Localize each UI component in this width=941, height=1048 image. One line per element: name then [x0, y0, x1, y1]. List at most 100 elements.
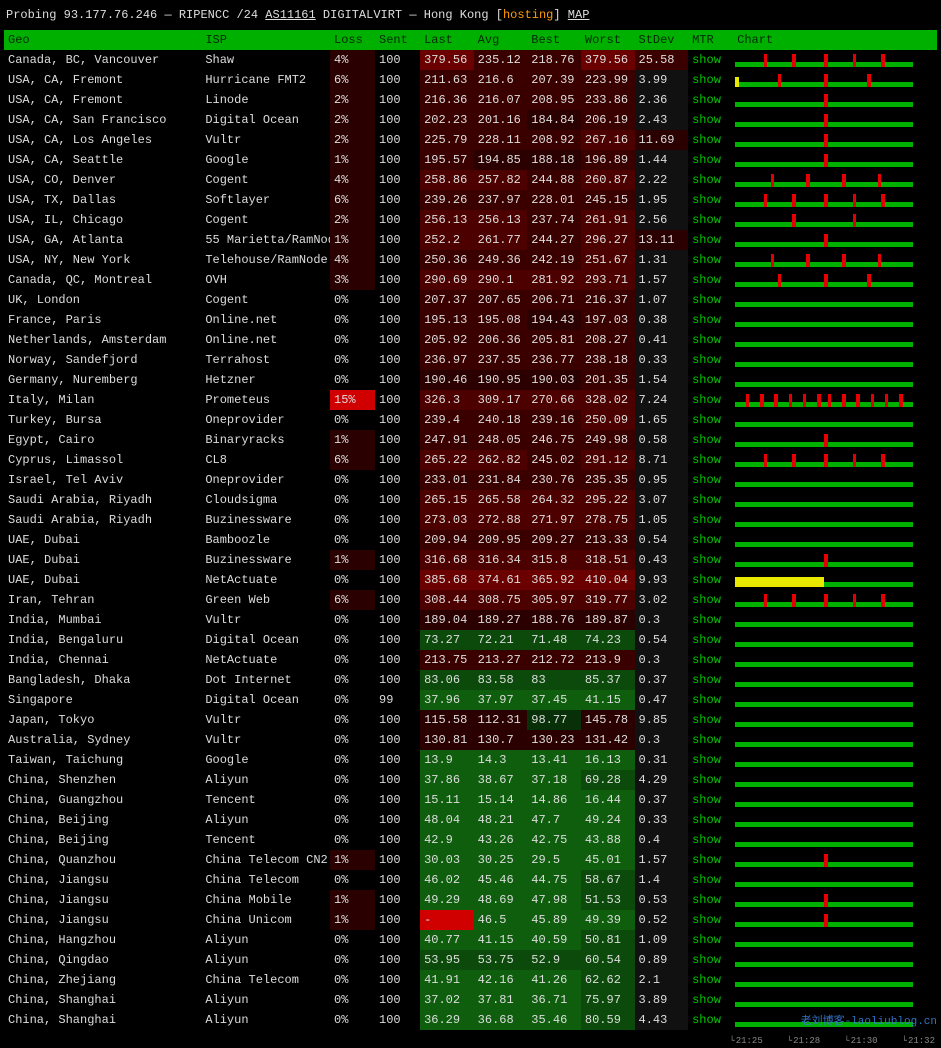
chart-sparkline[interactable]: [733, 550, 937, 570]
chart-sparkline[interactable]: [733, 470, 937, 490]
chart-sparkline[interactable]: [733, 530, 937, 550]
col-avg[interactable]: Avg: [474, 30, 528, 50]
mtr-show-link[interactable]: show: [688, 670, 733, 690]
chart-sparkline[interactable]: [733, 330, 937, 350]
mtr-show-link[interactable]: show: [688, 90, 733, 110]
col-loss[interactable]: Loss: [330, 30, 375, 50]
chart-sparkline[interactable]: [733, 390, 937, 410]
chart-sparkline[interactable]: [733, 970, 937, 990]
mtr-show-link[interactable]: show: [688, 950, 733, 970]
mtr-show-link[interactable]: show: [688, 890, 733, 910]
chart-sparkline[interactable]: [733, 930, 937, 950]
mtr-show-link[interactable]: show: [688, 990, 733, 1010]
mtr-show-link[interactable]: show: [688, 70, 733, 90]
mtr-show-link[interactable]: show: [688, 170, 733, 190]
col-worst[interactable]: Worst: [581, 30, 635, 50]
chart-sparkline[interactable]: [733, 110, 937, 130]
chart-sparkline[interactable]: [733, 230, 937, 250]
mtr-show-link[interactable]: show: [688, 750, 733, 770]
chart-sparkline[interactable]: [733, 490, 937, 510]
col-best[interactable]: Best: [527, 30, 581, 50]
mtr-show-link[interactable]: show: [688, 770, 733, 790]
mtr-show-link[interactable]: show: [688, 870, 733, 890]
mtr-show-link[interactable]: show: [688, 50, 733, 70]
mtr-show-link[interactable]: show: [688, 510, 733, 530]
mtr-show-link[interactable]: show: [688, 850, 733, 870]
mtr-show-link[interactable]: show: [688, 270, 733, 290]
chart-sparkline[interactable]: [733, 890, 937, 910]
mtr-show-link[interactable]: show: [688, 230, 733, 250]
mtr-show-link[interactable]: show: [688, 590, 733, 610]
mtr-show-link[interactable]: show: [688, 1010, 733, 1030]
mtr-show-link[interactable]: show: [688, 410, 733, 430]
chart-sparkline[interactable]: [733, 570, 937, 590]
mtr-show-link[interactable]: show: [688, 910, 733, 930]
chart-sparkline[interactable]: [733, 170, 937, 190]
mtr-show-link[interactable]: show: [688, 730, 733, 750]
col-isp[interactable]: ISP: [201, 30, 330, 50]
chart-sparkline[interactable]: [733, 730, 937, 750]
mtr-show-link[interactable]: show: [688, 110, 733, 130]
mtr-show-link[interactable]: show: [688, 390, 733, 410]
chart-sparkline[interactable]: [733, 610, 937, 630]
mtr-show-link[interactable]: show: [688, 210, 733, 230]
chart-sparkline[interactable]: [733, 310, 937, 330]
mtr-show-link[interactable]: show: [688, 530, 733, 550]
chart-sparkline[interactable]: [733, 770, 937, 790]
mtr-show-link[interactable]: show: [688, 350, 733, 370]
chart-sparkline[interactable]: [733, 130, 937, 150]
mtr-show-link[interactable]: show: [688, 290, 733, 310]
chart-sparkline[interactable]: [733, 650, 937, 670]
col-mtr[interactable]: MTR: [688, 30, 733, 50]
mtr-show-link[interactable]: show: [688, 610, 733, 630]
mtr-show-link[interactable]: show: [688, 430, 733, 450]
col-stdev[interactable]: StDev: [635, 30, 689, 50]
chart-sparkline[interactable]: [733, 630, 937, 650]
chart-sparkline[interactable]: [733, 1010, 937, 1030]
mtr-show-link[interactable]: show: [688, 630, 733, 650]
chart-sparkline[interactable]: [733, 750, 937, 770]
chart-sparkline[interactable]: [733, 270, 937, 290]
chart-sparkline[interactable]: [733, 990, 937, 1010]
mtr-show-link[interactable]: show: [688, 490, 733, 510]
asn-link[interactable]: AS11161: [265, 8, 315, 22]
chart-sparkline[interactable]: [733, 950, 937, 970]
mtr-show-link[interactable]: show: [688, 970, 733, 990]
mtr-show-link[interactable]: show: [688, 930, 733, 950]
mtr-show-link[interactable]: show: [688, 710, 733, 730]
chart-sparkline[interactable]: [733, 450, 937, 470]
chart-sparkline[interactable]: [733, 430, 937, 450]
col-last[interactable]: Last: [420, 30, 474, 50]
mtr-show-link[interactable]: show: [688, 370, 733, 390]
col-chart[interactable]: Chart: [733, 30, 937, 50]
chart-sparkline[interactable]: [733, 790, 937, 810]
chart-sparkline[interactable]: [733, 510, 937, 530]
mtr-show-link[interactable]: show: [688, 310, 733, 330]
mtr-show-link[interactable]: show: [688, 570, 733, 590]
mtr-show-link[interactable]: show: [688, 150, 733, 170]
chart-sparkline[interactable]: [733, 670, 937, 690]
mtr-show-link[interactable]: show: [688, 650, 733, 670]
mtr-show-link[interactable]: show: [688, 690, 733, 710]
mtr-show-link[interactable]: show: [688, 330, 733, 350]
chart-sparkline[interactable]: [733, 810, 937, 830]
col-sent[interactable]: Sent: [375, 30, 420, 50]
mtr-show-link[interactable]: show: [688, 470, 733, 490]
chart-sparkline[interactable]: [733, 90, 937, 110]
mtr-show-link[interactable]: show: [688, 810, 733, 830]
mtr-show-link[interactable]: show: [688, 250, 733, 270]
chart-sparkline[interactable]: [733, 850, 937, 870]
chart-sparkline[interactable]: [733, 350, 937, 370]
chart-sparkline[interactable]: [733, 250, 937, 270]
col-geo[interactable]: Geo: [4, 30, 201, 50]
mtr-show-link[interactable]: show: [688, 830, 733, 850]
chart-sparkline[interactable]: [733, 830, 937, 850]
chart-sparkline[interactable]: [733, 870, 937, 890]
chart-sparkline[interactable]: [733, 290, 937, 310]
mtr-show-link[interactable]: show: [688, 790, 733, 810]
chart-sparkline[interactable]: [733, 410, 937, 430]
map-link[interactable]: MAP: [568, 8, 590, 22]
mtr-show-link[interactable]: show: [688, 550, 733, 570]
chart-sparkline[interactable]: [733, 910, 937, 930]
mtr-show-link[interactable]: show: [688, 450, 733, 470]
